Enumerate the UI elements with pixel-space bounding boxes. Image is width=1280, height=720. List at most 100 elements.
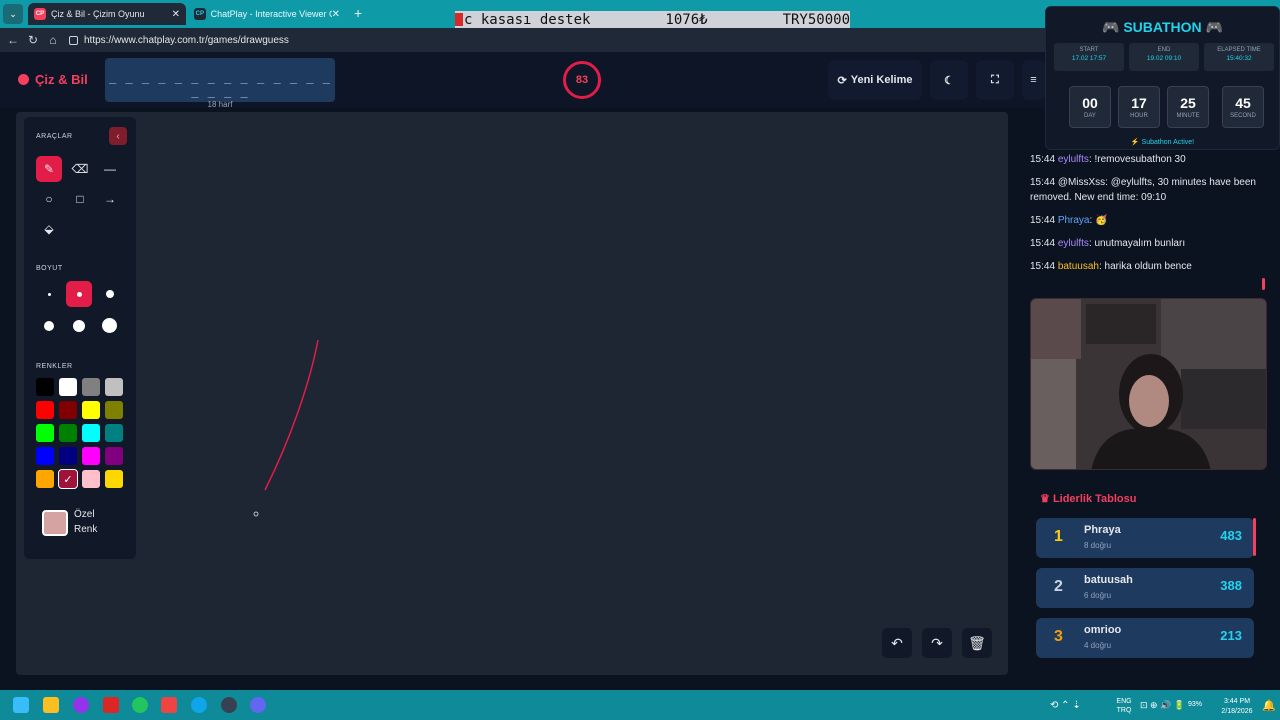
leader-name: batuusah — [1084, 574, 1133, 586]
chat-user: batuusah — [1057, 261, 1099, 272]
chat-user: eylulfts — [1057, 154, 1089, 165]
arrow-tool[interactable]: → — [97, 186, 123, 212]
color-swatch[interactable] — [105, 424, 123, 442]
paint-bucket-icon: ⬙ — [44, 222, 54, 236]
menu-button[interactable]: ≡ — [1022, 60, 1045, 100]
leaderboard-scrollbar[interactable] — [1253, 518, 1256, 556]
color-swatch[interactable] — [36, 470, 54, 488]
color-swatch[interactable] — [82, 378, 100, 396]
countdown-minutes: 25 MINUTE — [1167, 86, 1209, 128]
color-swatch[interactable]: ✓ — [58, 469, 78, 489]
app-icon[interactable] — [103, 697, 119, 713]
rectangle-tool[interactable]: □ — [67, 186, 93, 212]
site-info-icon[interactable] — [69, 35, 78, 45]
edge-icon[interactable] — [191, 697, 207, 713]
color-swatch[interactable] — [82, 424, 100, 442]
chat-time: 15:44 — [1030, 215, 1056, 226]
redo-button[interactable]: ↷ — [922, 628, 952, 658]
size-option-6[interactable] — [102, 318, 117, 333]
fullscreen-icon: ⛶ — [991, 73, 999, 86]
leaderboard-title-text: Liderlik Tablosu — [1052, 493, 1137, 505]
color-swatch[interactable] — [59, 424, 77, 442]
new-word-button[interactable]: ⟳ Yeni Kelime — [828, 60, 922, 100]
close-tab-icon[interactable]: ✕ — [172, 9, 180, 20]
size-option-3[interactable] — [106, 290, 114, 298]
leader-name: omrioo — [1084, 624, 1122, 636]
square-icon: □ — [76, 192, 84, 206]
size-option-5[interactable] — [73, 320, 85, 332]
subathon-end-box: END 19.02 09:10 — [1129, 43, 1199, 71]
home-icon[interactable]: ⌂ — [43, 33, 63, 47]
chat-text: : 🥳 — [1089, 215, 1108, 226]
color-swatch[interactable] — [105, 470, 123, 488]
countdown-number: 45 — [1235, 95, 1251, 111]
chat-user: Phraya — [1057, 215, 1090, 226]
chat-time: 15:44 — [1030, 261, 1056, 272]
leader-rank: 1 — [1054, 528, 1063, 545]
eraser-icon: ⌫ — [71, 162, 89, 176]
line-tool[interactable]: — — [97, 156, 123, 182]
spotify-icon[interactable] — [132, 697, 148, 713]
url-field[interactable]: https://www.chatplay.com.tr/games/drawgu… — [69, 35, 289, 46]
chat-text: : unutmayalım bunları — [1088, 238, 1186, 249]
tray-icons[interactable]: ⟲ ⌃ ⇣ — [1050, 700, 1081, 711]
reload-icon[interactable]: ↻ — [23, 33, 43, 47]
discord-icon[interactable] — [250, 697, 266, 713]
color-swatch[interactable] — [36, 378, 54, 396]
tab-ciz-bil[interactable]: CP Çiz & Bil - Çizim Oyunu ✕ — [28, 3, 186, 25]
youtube-icon[interactable] — [161, 697, 177, 713]
size-option-2-selected[interactable] — [66, 281, 92, 307]
color-swatch[interactable] — [82, 470, 100, 488]
windows-start-icon[interactable] — [13, 697, 29, 713]
color-swatch[interactable] — [82, 447, 100, 465]
system-tray[interactable]: ⊡ ⊕ 🔊 🔋 — [1140, 700, 1185, 711]
size-option-1[interactable] — [48, 293, 51, 296]
file-explorer-icon[interactable] — [43, 697, 59, 713]
new-tab-icon[interactable]: + — [354, 5, 362, 21]
size-option-4[interactable] — [44, 321, 54, 331]
custom-color-picker[interactable] — [42, 510, 68, 536]
drawing-canvas[interactable] — [16, 112, 1008, 675]
undo-button[interactable]: ↶ — [882, 628, 912, 658]
countdown-hours: 17 HOUR — [1118, 86, 1160, 128]
lightning-icon: ⚡ — [1130, 139, 1140, 146]
color-swatch[interactable] — [59, 378, 77, 396]
fullscreen-button[interactable]: ⛶ — [976, 60, 1014, 100]
color-swatch[interactable] — [36, 424, 54, 442]
clear-canvas-button[interactable]: 🗑 — [962, 628, 992, 658]
chat-text: : !removesubathon 30 — [1088, 154, 1186, 165]
color-swatch[interactable] — [105, 401, 123, 419]
tab-chatplay[interactable]: CP ChatPlay - Interactive Viewer Gam ✕ — [188, 3, 346, 25]
clock[interactable]: 3:44 PM 2/18/2026 — [1212, 697, 1262, 717]
fill-tool[interactable]: ⬙ — [36, 216, 62, 242]
clock-date: 2/18/2026 — [1221, 708, 1253, 715]
chat-scrollbar[interactable] — [1262, 278, 1265, 290]
clock-time: 3:44 PM — [1223, 698, 1251, 705]
color-swatch[interactable] — [82, 401, 100, 419]
notification-bell-icon[interactable]: 🔔 — [1262, 699, 1276, 712]
webcam-image — [1031, 299, 1266, 469]
color-swatch[interactable] — [105, 447, 123, 465]
eraser-tool[interactable]: ⌫ — [67, 156, 93, 182]
leader-correct-count: 4 doğru — [1084, 641, 1112, 650]
leader-correct-count: 6 doğru — [1084, 591, 1112, 600]
color-swatch[interactable] — [36, 447, 54, 465]
color-swatch[interactable] — [36, 401, 54, 419]
pencil-tool[interactable]: ✎ — [36, 156, 62, 182]
close-tab-icon[interactable]: ✕ — [332, 9, 340, 20]
theme-toggle-button[interactable]: ☾ — [930, 60, 968, 100]
color-swatch[interactable] — [105, 378, 123, 396]
language-indicator[interactable]: ENG TRQ — [1112, 697, 1136, 715]
back-icon[interactable]: ← — [3, 33, 23, 47]
palette-icon — [18, 74, 29, 85]
obs-icon[interactable] — [73, 697, 89, 713]
donation-amount: 1076₺ — [665, 11, 708, 28]
color-swatch[interactable] — [59, 401, 77, 419]
collapse-toolbox-button[interactable]: ‹ — [109, 127, 127, 145]
leader-correct-count: 8 doğru — [1084, 541, 1112, 550]
color-swatch[interactable] — [59, 447, 77, 465]
circle-tool[interactable]: ○ — [36, 186, 62, 212]
steam-icon[interactable] — [221, 697, 237, 713]
tab-menu-icon[interactable]: ⌄ — [3, 4, 23, 24]
leader-rank: 2 — [1054, 578, 1063, 595]
